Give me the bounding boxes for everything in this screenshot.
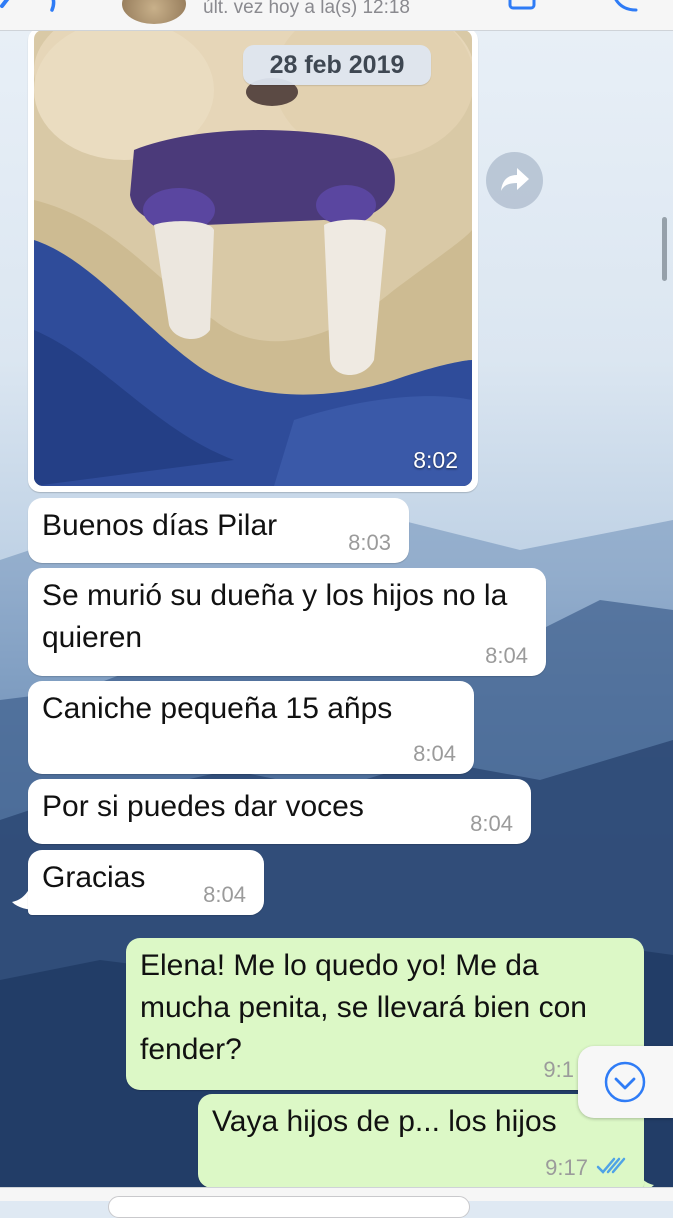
last-seen-status: últ. vez hoy a la(s) 12:18 [203,0,410,18]
message-text: Elena! Me lo quedo yo! Me da mucha penit… [140,949,587,1066]
message-time: 8:04 [203,882,246,907]
message-text: Por si puedes dar voces [42,790,364,823]
message-text: Gracias [42,861,146,894]
message-time: 8:04 [470,811,513,836]
scroll-to-bottom-button[interactable] [578,1046,673,1118]
chevron-down-icon [604,1061,646,1103]
avatar[interactable] [122,0,186,24]
phone-icon [614,0,638,12]
chat-header: últ. vez hoy a la(s) 12:18 [0,0,673,31]
double-check-icon [596,1157,626,1174]
message-bubble-incoming[interactable]: Buenos días Pilar 8:03 [28,498,409,563]
photo-timestamp: 8:02 [413,447,458,473]
chevron-left-icon [0,0,56,12]
message-time: 9:1 [543,1057,574,1082]
message-input[interactable] [108,1196,470,1218]
message-time: 9:17 [545,1155,588,1180]
photo-message[interactable]: 8:02 [28,28,478,492]
scroll-indicator[interactable] [662,217,667,281]
video-call-button[interactable] [506,0,546,14]
message-bubble-outgoing[interactable]: Vaya hijos de p... los hijos 9:17 [198,1094,644,1188]
message-time: 8:04 [485,643,528,668]
message-bubble-incoming[interactable]: Caniche pequeña 15 añps 8:04 [28,681,474,774]
message-time: 8:04 [413,741,456,766]
forward-button[interactable] [486,152,543,209]
message-time: 8:03 [348,530,391,555]
voice-call-button[interactable] [606,0,646,14]
message-bubble-incoming[interactable]: Se murió su dueña y los hijos no la quie… [28,568,546,676]
message-text: Buenos días Pilar [42,509,278,542]
back-button[interactable] [0,0,66,22]
message-bubble-outgoing[interactable]: Elena! Me lo quedo yo! Me da mucha penit… [126,938,644,1090]
video-camera-icon [508,0,536,10]
message-text: Caniche pequeña 15 añps [42,692,393,725]
forward-icon [501,168,529,191]
message-bubble-incoming[interactable]: Gracias 8:04 [28,850,264,915]
message-input-bar [0,1187,673,1218]
message-text: Se murió su dueña y los hijos no la quie… [42,579,508,654]
message-text: Vaya hijos de p... los hijos [212,1105,557,1138]
dog-photo[interactable]: 8:02 [34,30,472,486]
date-separator: 28 feb 2019 [243,45,431,85]
message-bubble-incoming[interactable]: Por si puedes dar voces 8:04 [28,779,531,844]
